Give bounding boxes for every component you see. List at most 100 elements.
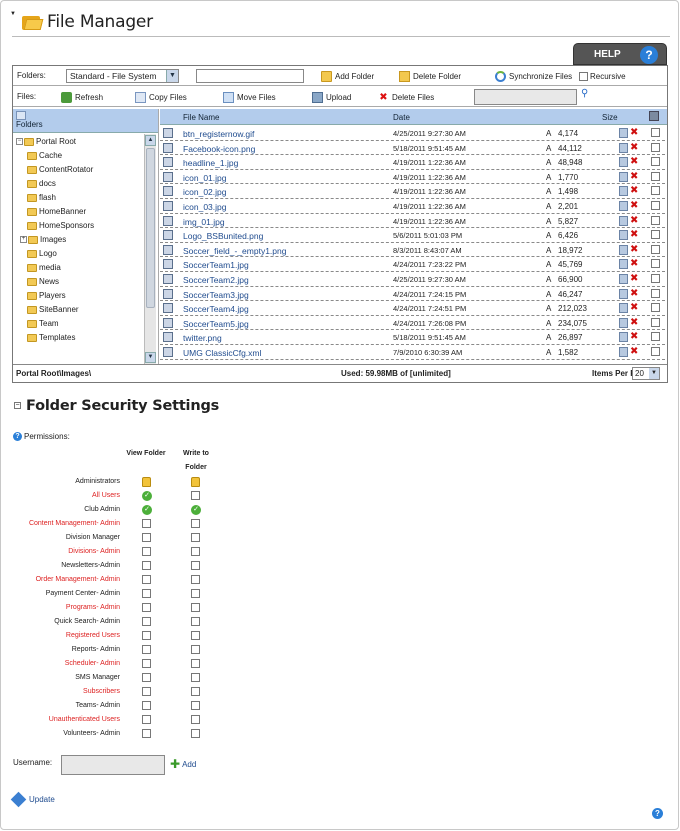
permission-checkbox[interactable] xyxy=(191,673,200,682)
file-checkbox[interactable] xyxy=(651,332,660,342)
permission-checkbox[interactable] xyxy=(191,561,200,570)
add-user-button[interactable]: ✚ Add xyxy=(170,757,196,771)
col-date[interactable]: Date xyxy=(393,113,410,122)
check-icon[interactable]: ✓ xyxy=(142,491,152,501)
new-folder-input[interactable] xyxy=(196,69,304,83)
file-row[interactable]: SoccerTeam1.jpg 4/24/2011 7:23:22 PM A 45,7… xyxy=(160,257,665,272)
permission-checkbox[interactable] xyxy=(191,519,200,528)
delete-x-icon[interactable]: ✖ xyxy=(630,317,638,328)
tree-item[interactable]: flash xyxy=(27,191,56,204)
permission-checkbox[interactable] xyxy=(142,645,151,654)
edit-icon[interactable] xyxy=(619,274,628,284)
delete-x-icon[interactable]: ✖ xyxy=(630,273,638,284)
file-checkbox[interactable] xyxy=(651,317,660,327)
permission-checkbox[interactable] xyxy=(142,547,151,556)
delete-files-button[interactable]: ✖ Delete Files xyxy=(378,90,434,104)
tree-item[interactable]: SiteBanner xyxy=(27,303,79,316)
edit-icon[interactable] xyxy=(619,157,628,168)
synchronize-files-button[interactable]: Synchronize Files xyxy=(495,69,572,83)
tree-item[interactable]: docs xyxy=(27,177,56,190)
tree-item[interactable]: Players xyxy=(27,289,66,302)
file-name[interactable]: Soccer_field_-_empty1.png xyxy=(183,246,286,256)
file-row[interactable]: Soccer_field_-_empty1.png 8/3/2011 8:43:0… xyxy=(160,243,665,258)
tree-item[interactable]: Logo xyxy=(27,247,57,260)
file-checkbox[interactable] xyxy=(651,128,660,137)
update-button[interactable]: Update xyxy=(10,791,55,808)
file-name[interactable]: SoccerTeam2.jpg xyxy=(183,275,249,285)
permission-checkbox[interactable] xyxy=(142,589,151,598)
permission-checkbox[interactable] xyxy=(142,617,151,626)
tree-item[interactable]: Templates xyxy=(27,331,75,344)
permission-checkbox[interactable] xyxy=(142,519,151,528)
edit-icon[interactable] xyxy=(619,317,628,328)
delete-x-icon[interactable]: ✖ xyxy=(630,331,638,342)
permission-checkbox[interactable] xyxy=(191,491,200,500)
expand-toggle-icon[interactable]: − xyxy=(16,138,23,145)
delete-x-icon[interactable]: ✖ xyxy=(630,258,638,269)
edit-icon[interactable] xyxy=(619,347,628,357)
delete-x-icon[interactable]: ✖ xyxy=(630,288,638,299)
recursive-checkbox[interactable] xyxy=(579,71,588,81)
delete-x-icon[interactable]: ✖ xyxy=(630,229,638,240)
file-name[interactable]: SoccerTeam1.jpg xyxy=(183,260,249,270)
permission-checkbox[interactable] xyxy=(191,687,200,696)
file-name[interactable]: headline_1.jpg xyxy=(183,158,238,168)
file-name[interactable]: SoccerTeam5.jpg xyxy=(183,319,249,329)
delete-x-icon[interactable]: ✖ xyxy=(630,142,638,153)
file-checkbox[interactable] xyxy=(651,157,660,167)
permission-checkbox[interactable] xyxy=(142,729,151,738)
help-question-icon[interactable]: ? xyxy=(13,432,22,441)
permission-checkbox[interactable] xyxy=(142,631,151,640)
upload-button[interactable]: Upload xyxy=(312,90,351,104)
delete-x-icon[interactable]: ✖ xyxy=(630,185,638,196)
delete-x-icon[interactable]: ✖ xyxy=(630,171,638,182)
file-row[interactable]: Facebook-icon.png 5/18/2011 9:51:45 AM A 44… xyxy=(160,141,665,156)
edit-icon[interactable] xyxy=(619,186,628,197)
file-row[interactable]: icon_03.jpg 4/19/2011 1:22:36 AM A 2,201 ✖ xyxy=(160,199,665,214)
delete-x-icon[interactable]: ✖ xyxy=(630,200,638,211)
col-size[interactable]: Size xyxy=(602,113,618,122)
delete-x-icon[interactable]: ✖ xyxy=(630,346,638,357)
file-name[interactable]: SoccerTeam4.jpg xyxy=(183,304,249,314)
file-name[interactable]: icon_01.jpg xyxy=(183,173,226,183)
permission-checkbox[interactable] xyxy=(142,533,151,542)
delete-x-icon[interactable]: ✖ xyxy=(630,156,638,167)
file-row[interactable]: SoccerTeam3.jpg 4/24/2011 7:24:15 PM A 46,2… xyxy=(160,287,665,302)
permission-checkbox[interactable] xyxy=(142,715,151,724)
check-icon[interactable]: ✓ xyxy=(191,505,201,515)
expand-toggle-icon[interactable]: + xyxy=(20,236,27,243)
file-name[interactable]: Facebook-icon.png xyxy=(183,144,255,154)
permission-checkbox[interactable] xyxy=(142,603,151,612)
file-checkbox[interactable] xyxy=(651,274,660,283)
permission-checkbox[interactable] xyxy=(142,561,151,570)
file-checkbox[interactable] xyxy=(651,186,660,196)
permission-checkbox[interactable] xyxy=(191,547,200,556)
file-checkbox[interactable] xyxy=(651,215,660,225)
edit-icon[interactable] xyxy=(619,303,628,314)
edit-icon[interactable] xyxy=(619,128,628,138)
permission-checkbox[interactable] xyxy=(191,575,200,584)
help-question-icon[interactable]: ? xyxy=(652,808,663,819)
file-name[interactable]: Logo_BSBunited.png xyxy=(183,231,263,241)
file-row[interactable]: icon_02.jpg 4/19/2011 1:22:36 AM A 1,498 ✖ xyxy=(160,184,665,199)
file-checkbox[interactable] xyxy=(651,142,660,152)
file-name[interactable]: twitter.png xyxy=(183,333,222,343)
tree-scrollbar[interactable]: ▲ ▼ xyxy=(144,134,156,364)
file-checkbox[interactable] xyxy=(651,230,660,240)
add-folder-button[interactable]: Add Folder xyxy=(321,69,374,83)
permission-checkbox[interactable] xyxy=(142,673,151,682)
scroll-down-icon[interactable]: ▼ xyxy=(145,352,156,363)
permission-checkbox[interactable] xyxy=(191,589,200,598)
permission-checkbox[interactable] xyxy=(142,659,151,668)
file-checkbox[interactable] xyxy=(651,201,660,210)
move-files-button[interactable]: Move Files xyxy=(223,90,276,104)
file-row[interactable]: SoccerTeam4.jpg 4/24/2011 7:24:51 PM A 212,… xyxy=(160,301,665,316)
tree-item[interactable]: − Portal Root xyxy=(16,135,76,148)
edit-icon[interactable] xyxy=(619,244,628,255)
items-per-page-select[interactable]: 20 ▼ xyxy=(632,367,660,380)
copy-files-button[interactable]: Copy Files xyxy=(135,90,187,104)
scroll-thumb[interactable] xyxy=(146,148,155,308)
permission-checkbox[interactable] xyxy=(191,631,200,640)
file-search-input[interactable] xyxy=(474,89,577,105)
col-file-name[interactable]: File Name xyxy=(183,113,219,122)
